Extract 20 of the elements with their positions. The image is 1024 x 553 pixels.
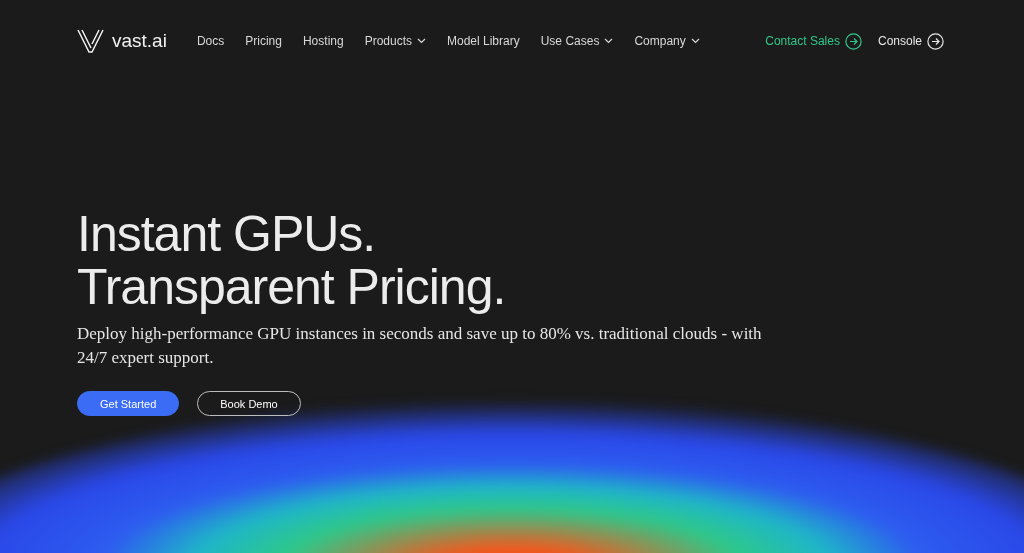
nav-link[interactable]: Docs	[196, 34, 225, 48]
hero-subtitle: Deploy high-performance GPU instances in seconds and save up to 80% vs. traditional clouds - with 24/7 expert support.	[77, 323, 763, 369]
hero-title: Transparent Pricing.	[77, 261, 506, 314]
nav-link[interactable]: Use Cases	[540, 34, 614, 48]
brand-name: vast.ai	[112, 30, 167, 52]
nav-link[interactable]: Company	[634, 34, 700, 48]
arrow-right-circle-icon	[844, 32, 862, 50]
logo-icon	[77, 29, 104, 53]
nav-link[interactable]: Products	[364, 34, 426, 48]
arrow-right-circle-icon	[927, 32, 944, 50]
header-link[interactable]: Contact Sales	[765, 32, 862, 50]
nav-link[interactable]: Model Library	[447, 34, 520, 48]
chevron-down-icon	[604, 38, 614, 44]
nav-link[interactable]: Hosting	[302, 34, 344, 48]
hero-title: Instant GPUs.	[77, 208, 376, 261]
chevron-down-icon	[417, 38, 426, 44]
chevron-down-icon	[690, 38, 700, 44]
nav-link[interactable]: Pricing	[245, 34, 282, 48]
get-started-button[interactable]: Get Started	[77, 391, 180, 416]
header-link[interactable]: Console	[877, 32, 944, 50]
